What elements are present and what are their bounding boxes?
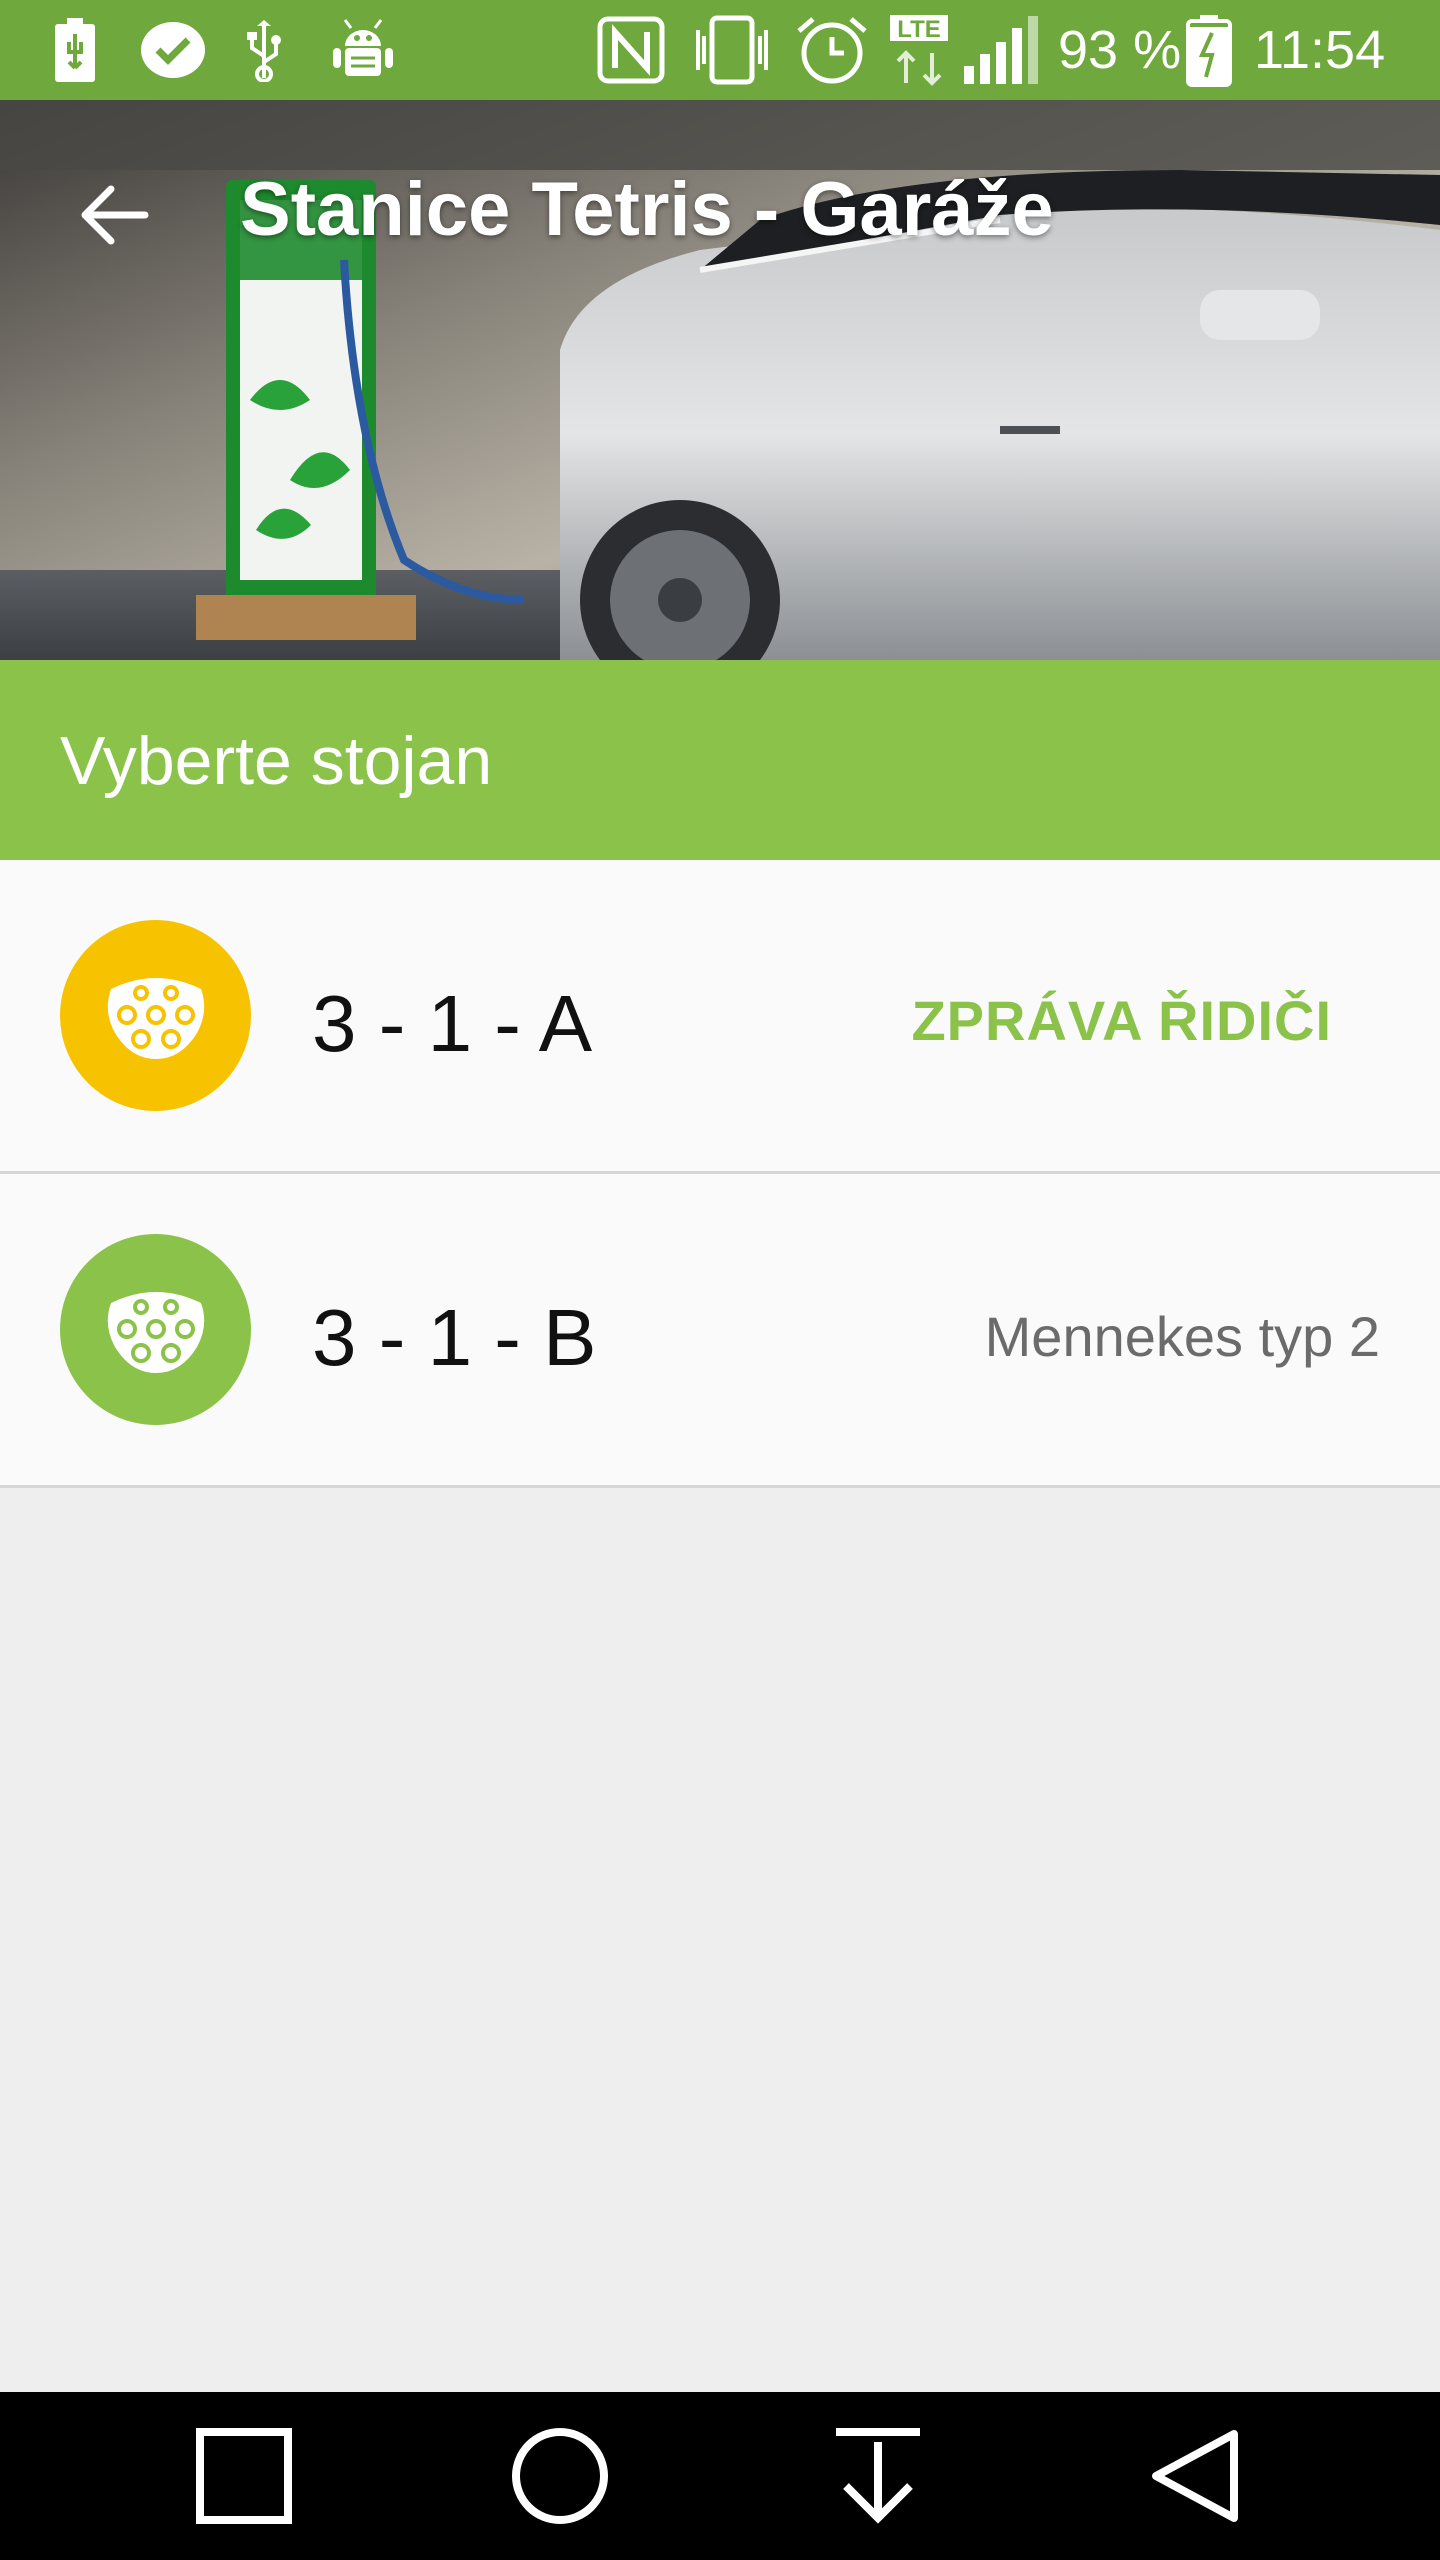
check-bubble-icon: [138, 14, 208, 86]
arrow-back-icon: [81, 185, 149, 245]
type2-connector-icon: [60, 1234, 251, 1425]
message-driver-button[interactable]: ZPRÁVA ŘIDIČI: [911, 988, 1332, 1053]
section-header: Vyberte stojan: [0, 660, 1440, 860]
usb-battery-icon: [50, 14, 100, 86]
android-debug-icon: [330, 14, 396, 86]
connector-list: 3 - 1 - A ZPRÁVA ŘIDIČI 3 - 1 - B Mennek…: [0, 860, 1440, 1488]
signal-icon: [962, 14, 1044, 86]
nfc-icon: [596, 14, 666, 86]
back-nav-button[interactable]: [1136, 2416, 1256, 2536]
recents-square-icon: [196, 2428, 292, 2524]
usb-icon: [244, 14, 284, 86]
list-item-connector-a[interactable]: 3 - 1 - A ZPRÁVA ŘIDIČI: [0, 860, 1440, 1174]
system-nav-bar: [0, 2392, 1440, 2560]
station-header: Stanice Tetris - Garáže: [0, 100, 1440, 660]
connector-type: Mennekes typ 2: [984, 1305, 1380, 1368]
recents-button[interactable]: [184, 2416, 304, 2536]
notifications-down-icon: [836, 2428, 920, 2524]
back-button[interactable]: [58, 160, 168, 270]
lte-icon: LTE: [888, 14, 950, 86]
type2-connector-icon: [60, 920, 251, 1111]
connector-label: 3 - 1 - A: [312, 979, 593, 1068]
battery-percent: 93 %: [1058, 20, 1182, 80]
section-title: Vyberte stojan: [60, 723, 493, 799]
back-triangle-icon: [1152, 2430, 1238, 2522]
home-button[interactable]: [500, 2416, 620, 2536]
svg-text:LTE: LTE: [897, 16, 941, 43]
alarm-icon: [792, 14, 872, 86]
battery-charging-icon: [1186, 14, 1232, 87]
connector-label: 3 - 1 - B: [312, 1293, 597, 1382]
status-bar: LTE 93 % 11:54: [0, 0, 1440, 100]
list-item-connector-b[interactable]: 3 - 1 - B Mennekes typ 2: [0, 1174, 1440, 1488]
clock: 11:54: [1254, 20, 1386, 80]
home-circle-icon: [512, 2428, 608, 2524]
vibrate-icon: [692, 14, 772, 86]
page-title: Stanice Tetris - Garáže: [240, 167, 1054, 252]
notifications-button[interactable]: [818, 2416, 938, 2536]
